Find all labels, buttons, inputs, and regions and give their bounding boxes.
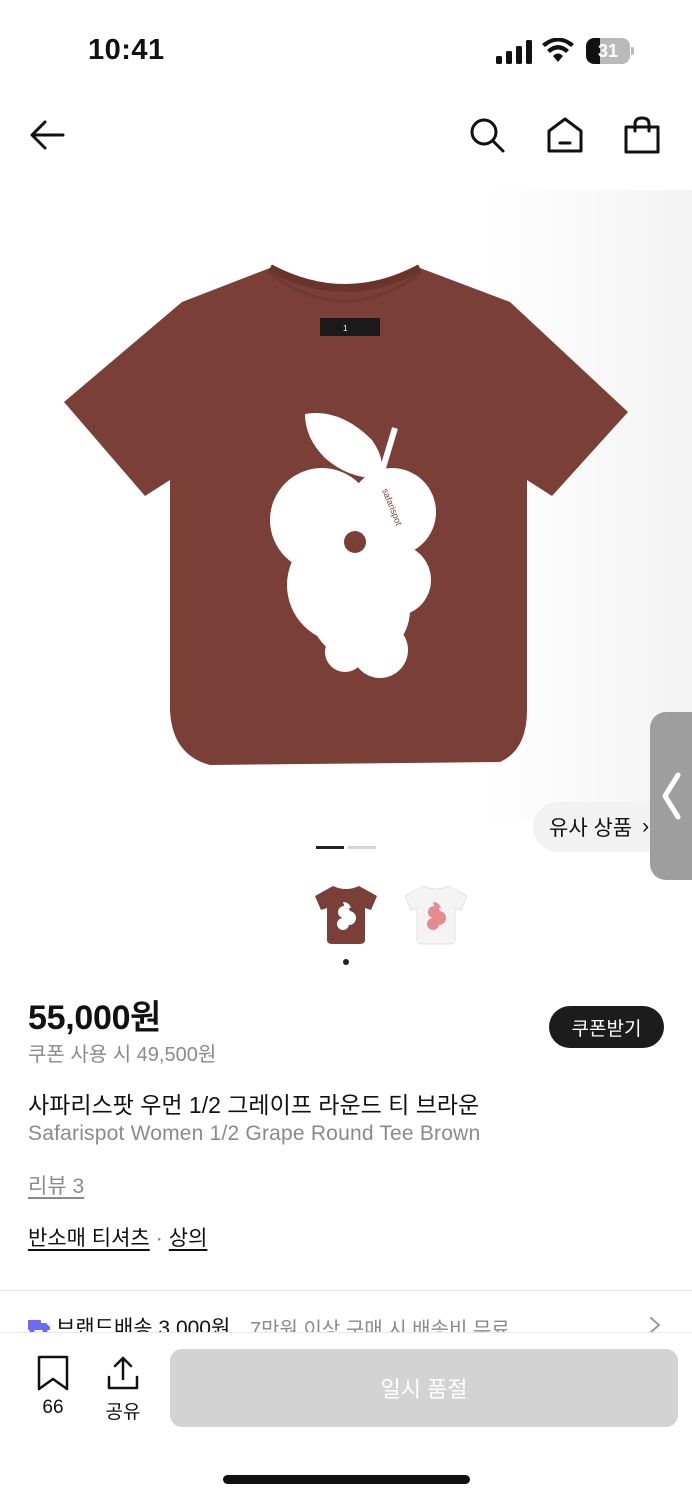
share-label: 공유 [105,1402,141,1423]
cellular-signal-icon [496,40,532,64]
search-icon [470,118,505,153]
similar-products-button[interactable]: 유사 상품 › [533,802,670,852]
shopping-bag-icon [624,116,660,154]
page-indicator-inactive [348,846,376,849]
coupon-price: 쿠폰 사용 시 49,500원 [28,1044,217,1066]
category-separator: · [155,1227,163,1250]
selected-thumbnail-dot [343,959,349,965]
bookmark-button[interactable]: 66 [22,1355,84,1425]
bottom-action-bar: 66 공유 일시 품절 [0,1332,692,1500]
product-image[interactable]: 1 safarispot [0,190,692,820]
share-button[interactable]: 공유 [92,1355,154,1425]
home-button[interactable] [540,110,590,160]
side-panel-handle[interactable] [650,712,692,880]
price: 55,000원 [28,999,162,1037]
status-time: 10:41 [88,34,165,66]
battery-icon: 31 [586,38,634,64]
delivery-fee: 브랜드배송 3,000원 [56,1317,231,1334]
status-bar: 10:41 31 [0,0,692,100]
search-button[interactable] [462,110,512,160]
similar-products-label: 유사 상품 [549,817,633,840]
image-page-indicator [316,846,376,849]
category-link-tops[interactable]: 상의 [169,1227,208,1250]
get-coupon-button[interactable]: 쿠폰받기 [549,1006,664,1048]
divider [0,1290,692,1291]
battery-level: 31 [597,41,619,61]
category-link-short-sleeve[interactable]: 반소매 티셔츠 [28,1227,150,1250]
tee-neck-label: 1 [343,324,348,333]
thumbnail-brown[interactable] [308,876,384,952]
share-icon [107,1356,139,1390]
product-title-english: Safarispot Women 1/2 Grape Round Tee Bro… [28,1122,481,1145]
review-link[interactable]: 리뷰 3 [28,1170,84,1200]
chevron-left-icon [662,772,681,820]
back-button[interactable] [22,110,72,160]
shopping-bag-button[interactable] [617,110,667,160]
delivery-info-row[interactable]: 브랜드배송 3,000원 7만원 이상 구매 시 배송비 무료 [0,1310,692,1334]
bookmark-count: 66 [42,1397,64,1418]
page-indicator-active [316,846,344,849]
back-arrow-icon [30,120,65,150]
chevron-right-icon: › [642,815,650,838]
category-breadcrumb: 반소매 티셔츠 · 상의 [28,1222,207,1252]
product-title-korean: 사파리스팟 우먼 1/2 그레이프 라운드 티 브라운 [28,1092,480,1118]
top-navigation [0,100,692,170]
wifi-icon [542,38,574,62]
home-indicator [223,1475,470,1484]
thumbnail-white[interactable] [398,876,474,952]
color-thumbnails [306,876,476,952]
delivery-free-condition: 7만원 이상 구매 시 배송비 무료 [250,1319,510,1334]
home-icon [547,117,583,153]
sold-out-button[interactable]: 일시 품절 [170,1349,678,1427]
bookmark-icon [37,1355,69,1391]
